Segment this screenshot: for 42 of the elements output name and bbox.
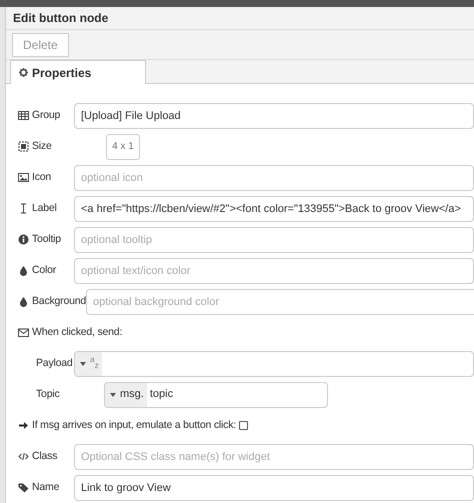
field-label: Icon	[32, 170, 52, 185]
envelope-icon	[18, 327, 29, 338]
image-icon	[18, 172, 29, 183]
input-field[interactable]: optional tooltip	[74, 226, 474, 252]
input-field[interactable]: Optional CSS class name(s) for widget	[74, 444, 474, 470]
resize-icon	[18, 141, 29, 152]
input-field[interactable]: optional background color	[86, 288, 474, 314]
arrow-icon	[18, 420, 29, 431]
caret-icon	[110, 392, 116, 396]
field-label: Background	[32, 294, 86, 309]
input-field[interactable]: optional icon	[74, 164, 474, 190]
dialog-title: Edit button node	[13, 10, 108, 28]
table-icon	[18, 110, 29, 121]
field-label: If msg arrives on input, emulate a button click:	[32, 418, 236, 433]
field-label: Label	[32, 200, 57, 216]
field-label: Class	[32, 448, 58, 464]
typed-input-field[interactable]: msg. topic	[104, 382, 328, 408]
info-icon	[18, 234, 29, 245]
field-label: Name	[32, 480, 60, 495]
input-field[interactable]: <a href="https://lcben/view/#2"><font color="133955">Back to groov View</a>	[74, 196, 474, 222]
field-label: Group	[32, 108, 60, 123]
input-field[interactable]: optional text/icon color	[74, 258, 474, 284]
code-icon	[18, 451, 29, 462]
field-value: topic	[148, 387, 174, 402]
tag-icon	[18, 482, 29, 493]
field-label: Color	[32, 262, 56, 278]
type-label: msg.	[120, 387, 144, 402]
size-button[interactable]: 4 x 1	[106, 134, 140, 160]
input-field[interactable]: [Upload] File Upload	[74, 102, 474, 128]
field-label: Payload	[36, 356, 73, 371]
field-label: Topic	[36, 386, 60, 402]
drop-icon	[18, 265, 29, 276]
caret-icon	[80, 362, 86, 366]
field-label: Size	[32, 138, 52, 154]
field-label: Tooltip	[32, 232, 61, 247]
text-cursor-icon	[18, 203, 29, 214]
drop-icon	[18, 296, 29, 307]
checkbox[interactable]	[239, 421, 248, 430]
field-label: When clicked, send:	[32, 324, 122, 340]
gear-icon	[19, 68, 28, 77]
input-field[interactable]: Link to groov View	[74, 474, 474, 500]
properties-tab[interactable]: Properties	[10, 60, 146, 84]
